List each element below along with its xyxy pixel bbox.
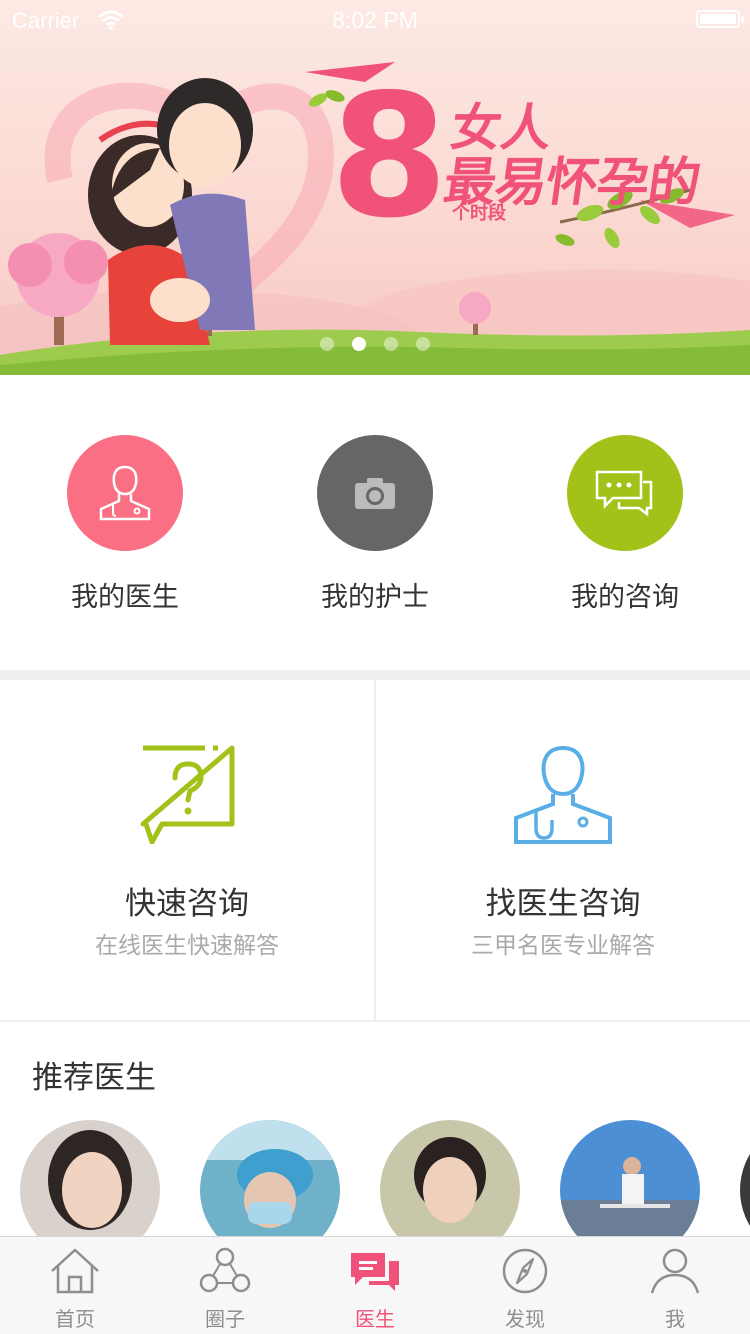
my-nurse-label: 我的护士 [321, 582, 429, 613]
chat-bubbles-icon [567, 435, 683, 551]
doctor-avatar[interactable] [20, 1120, 160, 1240]
quick-actions: 我的医生 我的护士 我的咨询 [0, 375, 750, 670]
recommended-doctors-list[interactable] [0, 1120, 750, 1240]
banner-page-indicator[interactable] [0, 337, 750, 351]
doctor-avatar[interactable] [740, 1120, 750, 1240]
page-dot[interactable] [384, 337, 398, 351]
question-bubble-icon [0, 744, 374, 845]
profile-icon [650, 1248, 700, 1294]
tab-discover-label: 发现 [505, 1307, 545, 1331]
circle-group-icon [199, 1247, 251, 1293]
compass-icon [502, 1248, 548, 1294]
tab-circle-label: 圈子 [205, 1307, 245, 1331]
doctor-chat-icon [351, 1253, 399, 1291]
clock-label: 8:02 PM [332, 7, 418, 33]
doctor-icon [67, 435, 183, 551]
doctor-avatar[interactable] [380, 1120, 520, 1240]
quick-consult-panel[interactable]: 快速咨询 在线医生快速解答 [0, 680, 374, 1020]
promo-banner[interactable]: Carrier 8:02 PM 8 女人 最易怀孕的 个时段 [0, 0, 750, 375]
my-consult-label: 我的咨询 [571, 582, 679, 613]
doctor-avatar[interactable] [560, 1120, 700, 1240]
find-doctor-title: 找医生咨询 [485, 886, 641, 922]
my-doctor-button[interactable]: 我的医生 [0, 435, 250, 614]
tab-circle[interactable]: 圈子 [150, 1237, 300, 1334]
tab-me[interactable]: 我 [600, 1237, 750, 1334]
tab-doctor-label: 医生 [355, 1307, 395, 1331]
recommended-title: 推荐医生 [32, 1060, 156, 1096]
consult-section: 快速咨询 在线医生快速解答 找医生咨询 三甲名医专业解答 [0, 680, 750, 1022]
page-dot[interactable] [320, 337, 334, 351]
doctor-outline-icon [376, 744, 750, 844]
tab-me-label: 我 [665, 1307, 685, 1331]
battery-icon [696, 10, 744, 28]
section-divider [0, 670, 750, 680]
find-doctor-subtitle: 三甲名医专业解答 [471, 933, 655, 959]
my-doctor-label: 我的医生 [71, 582, 179, 613]
tab-home-label: 首页 [55, 1307, 95, 1331]
app-screen: Carrier 8:02 PM 8 女人 最易怀孕的 个时段 我的医生 我的护士… [0, 0, 750, 1334]
find-doctor-panel[interactable]: 找医生咨询 三甲名医专业解答 [376, 680, 750, 1020]
tab-discover[interactable]: 发现 [450, 1237, 600, 1334]
banner-number: 8 [330, 58, 448, 256]
quick-consult-title: 快速咨询 [125, 886, 249, 922]
quick-consult-subtitle: 在线医生快速解答 [95, 933, 279, 959]
page-dot-active[interactable] [352, 337, 366, 351]
status-bar: Carrier 8:02 PM [0, 0, 750, 40]
home-icon [51, 1248, 99, 1294]
tab-bar: 首页 圈子 医生 发现 我 [0, 1236, 750, 1334]
banner-headline-3: 个时段 [452, 203, 506, 224]
tab-doctor[interactable]: 医生 [300, 1237, 450, 1334]
camera-icon [317, 435, 433, 551]
doctor-avatar[interactable] [200, 1120, 340, 1240]
tab-home[interactable]: 首页 [0, 1237, 150, 1334]
my-consult-button[interactable]: 我的咨询 [500, 435, 750, 614]
my-nurse-button[interactable]: 我的护士 [250, 435, 500, 614]
page-dot[interactable] [416, 337, 430, 351]
